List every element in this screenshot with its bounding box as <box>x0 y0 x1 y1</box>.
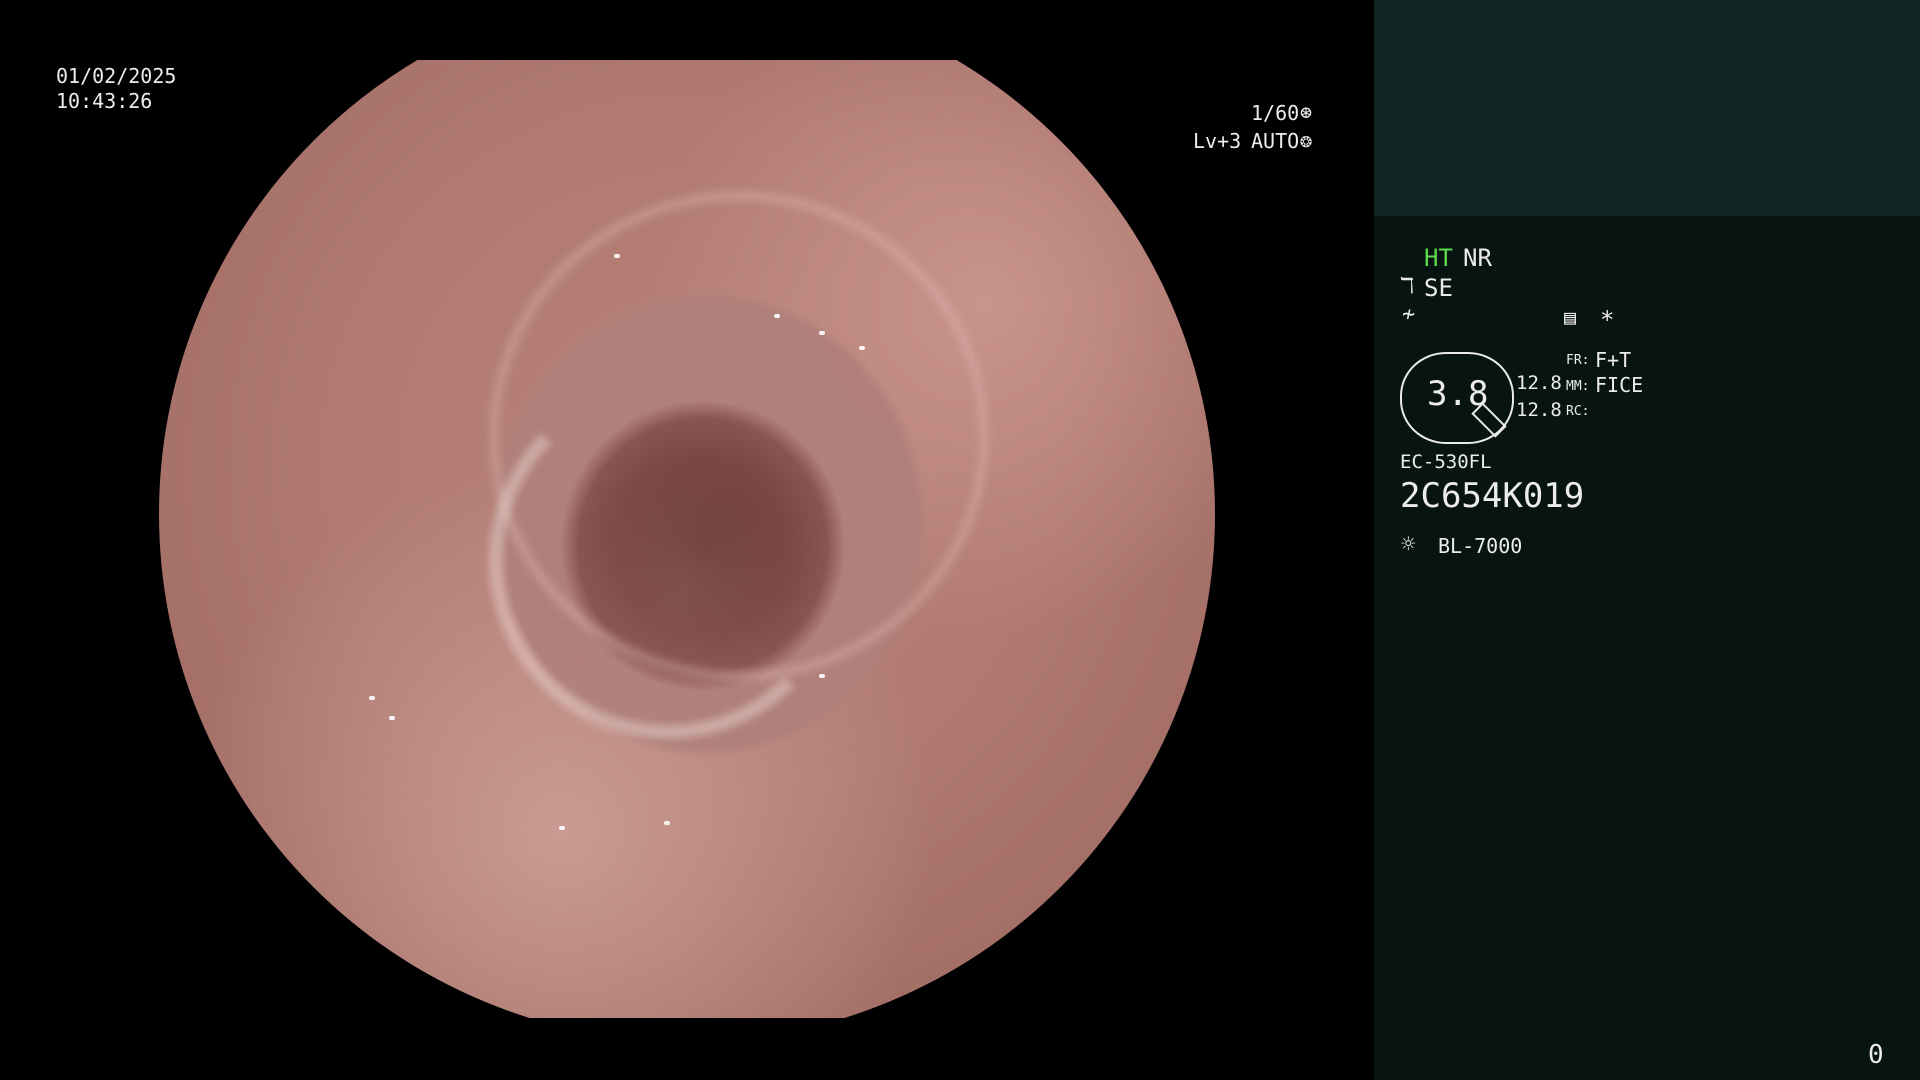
nr-indicator: NR <box>1463 244 1492 272</box>
scope-frame <box>80 60 1274 1018</box>
shutter-icon: ⊛ <box>1300 100 1313 124</box>
endoscope-view: 01/02/2025 10:43:26 1/60 ⊛ Lv+3 AUTO ❂ <box>0 0 1374 1080</box>
frame-counter: 0 <box>1868 1040 1884 1070</box>
mm-label: MM: <box>1566 379 1590 394</box>
shutter-speed: 1/60 <box>1251 101 1300 125</box>
glint <box>559 826 565 830</box>
settings-list-icon: ▤ <box>1564 305 1577 329</box>
iris-icon: ❂ <box>1300 128 1313 152</box>
glint <box>369 696 375 700</box>
lens-left-value-1: 12.8 <box>1516 372 1562 394</box>
sidebar-panel <box>1374 216 1920 1080</box>
date-readout: 01/02/2025 <box>56 64 177 88</box>
scope-model: EC-530FL <box>1400 451 1492 473</box>
endoscopic-image <box>159 60 1215 1018</box>
light-source-icon: ☼ <box>1401 530 1416 558</box>
iris-mode: AUTO <box>1251 129 1300 153</box>
glint <box>774 314 780 318</box>
glint <box>819 331 825 335</box>
rc-label: RC: <box>1566 404 1590 419</box>
scope-serial: 2C654K019 <box>1400 476 1585 516</box>
mm-value: FICE <box>1595 373 1644 397</box>
mucosal-fold <box>489 381 847 739</box>
fr-value: F+T <box>1595 348 1632 372</box>
glint <box>819 674 825 678</box>
star-indicator: * <box>1600 306 1615 334</box>
ht-indicator: HT <box>1424 244 1453 272</box>
iris-level: Lv+3 <box>1193 129 1242 153</box>
filter-icon: ≁ <box>1402 302 1416 327</box>
lens-left-value-2: 12.8 <box>1516 399 1562 421</box>
time-readout: 10:43:26 <box>56 89 153 113</box>
sidebar-header <box>1374 0 1920 216</box>
glint <box>664 821 670 825</box>
glint <box>859 346 865 350</box>
lens-value: 3.8 <box>1427 374 1489 414</box>
se-indicator: SE <box>1424 274 1453 302</box>
enhance-icon: ℸ <box>1400 274 1415 299</box>
fr-label: FR: <box>1566 353 1590 368</box>
light-source-label: BL-7000 <box>1438 534 1523 558</box>
glint <box>389 716 395 720</box>
glint <box>614 254 620 258</box>
